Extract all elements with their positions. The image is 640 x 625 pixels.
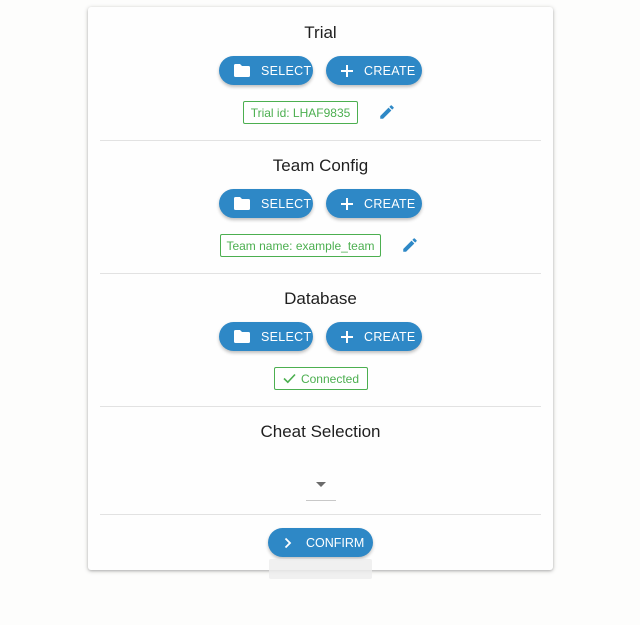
database-create-label: CREATE xyxy=(364,329,416,344)
team-name-text: Team name: example_team xyxy=(226,238,375,253)
plus-icon xyxy=(340,64,354,78)
team-name-chip: Team name: example_team xyxy=(220,234,381,257)
divider xyxy=(100,406,541,407)
pencil-icon[interactable] xyxy=(378,103,396,121)
divider xyxy=(100,273,541,274)
team-config-create-label: CREATE xyxy=(364,196,416,211)
team-config-title: Team Config xyxy=(272,156,369,175)
trial-select-label: SELECT xyxy=(261,63,312,78)
check-icon xyxy=(283,373,296,384)
database-select-label: SELECT xyxy=(261,329,312,344)
caret-down-icon xyxy=(316,482,326,487)
plus-icon xyxy=(340,197,354,211)
trial-create-button[interactable]: CREATE xyxy=(326,56,422,85)
divider xyxy=(100,140,541,141)
trial-select-button[interactable]: SELECT xyxy=(219,56,313,85)
folder-icon xyxy=(233,63,251,78)
trial-title: Trial xyxy=(304,23,337,42)
team-config-create-button[interactable]: CREATE xyxy=(326,189,422,218)
connected-chip: Connected xyxy=(274,367,368,390)
trial-id-text: Trial id: LHAF9835 xyxy=(250,105,351,120)
team-config-select-button[interactable]: SELECT xyxy=(219,189,313,218)
setup-card: Trial SELECT CREATE Trial id: LHAF9835 T… xyxy=(88,7,553,570)
team-config-select-label: SELECT xyxy=(261,196,312,211)
faded-tooltip xyxy=(269,559,372,579)
cheat-selection-title: Cheat Selection xyxy=(260,422,381,441)
chevron-right-icon xyxy=(284,537,292,549)
divider xyxy=(100,514,541,515)
database-create-button[interactable]: CREATE xyxy=(326,322,422,351)
folder-icon xyxy=(233,329,251,344)
trial-create-label: CREATE xyxy=(364,63,416,78)
confirm-button[interactable]: CONFIRM xyxy=(268,528,373,557)
confirm-label: CONFIRM xyxy=(306,535,365,550)
database-title: Database xyxy=(284,289,357,308)
database-select-button[interactable]: SELECT xyxy=(219,322,313,351)
folder-icon xyxy=(233,196,251,211)
trial-id-chip: Trial id: LHAF9835 xyxy=(243,101,358,124)
pencil-icon[interactable] xyxy=(401,236,419,254)
cheat-selection-select[interactable] xyxy=(306,472,336,501)
plus-icon xyxy=(340,330,354,344)
connected-text: Connected xyxy=(300,371,360,386)
